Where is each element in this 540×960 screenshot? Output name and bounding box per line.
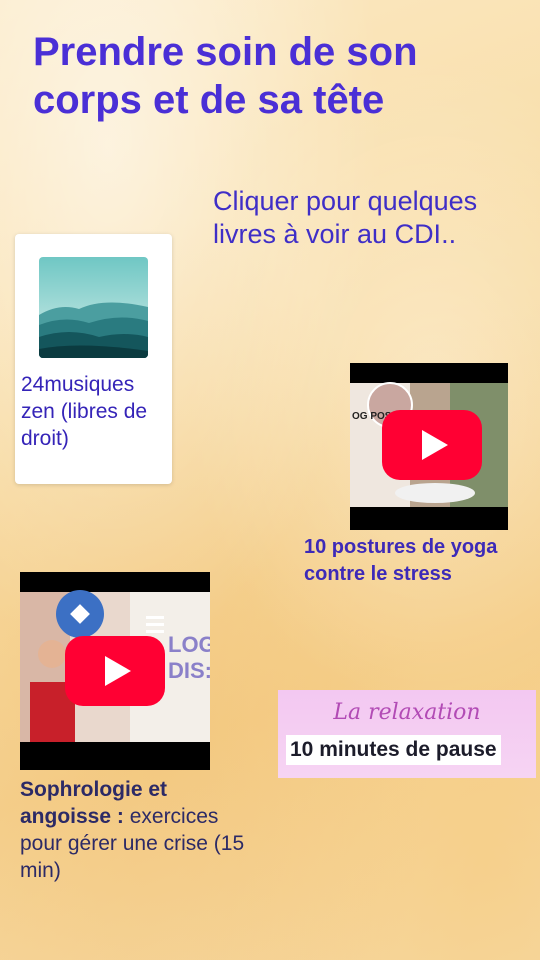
sophro-thumb-text: LOG DIS: [168,632,210,683]
sophro-video-caption[interactable]: Sophrologie et angoisse : exercices pour… [20,776,260,884]
youtube-play-icon[interactable] [65,636,165,706]
page-title: Prendre soin de son corps et de sa tête [33,30,418,122]
sophro-video-thumbnail[interactable]: LOG DIS: [20,572,210,770]
yoga-video-caption[interactable]: 10 postures de yoga contre le stress [304,534,540,588]
youtube-play-icon[interactable] [382,410,482,480]
relaxation-script-title: La relaxation [333,700,481,725]
yoga-video-thumbnail[interactable]: OG POST [350,363,508,530]
mountains-thumbnail-icon [39,257,148,358]
relaxation-card[interactable]: La relaxation 10 minutes de pause [278,690,536,778]
cdi-books-link[interactable]: Cliquer pour quelques livres à voir au C… [213,185,533,251]
music-card-label: 24musiques zen (libres de droit) [21,373,148,450]
relaxation-card-label: 10 minutes de pause [286,735,501,765]
music-card[interactable]: 24musiques zen (libres de droit) [15,234,172,484]
menu-list-icon[interactable] [146,616,164,633]
compass-icon [56,590,104,638]
